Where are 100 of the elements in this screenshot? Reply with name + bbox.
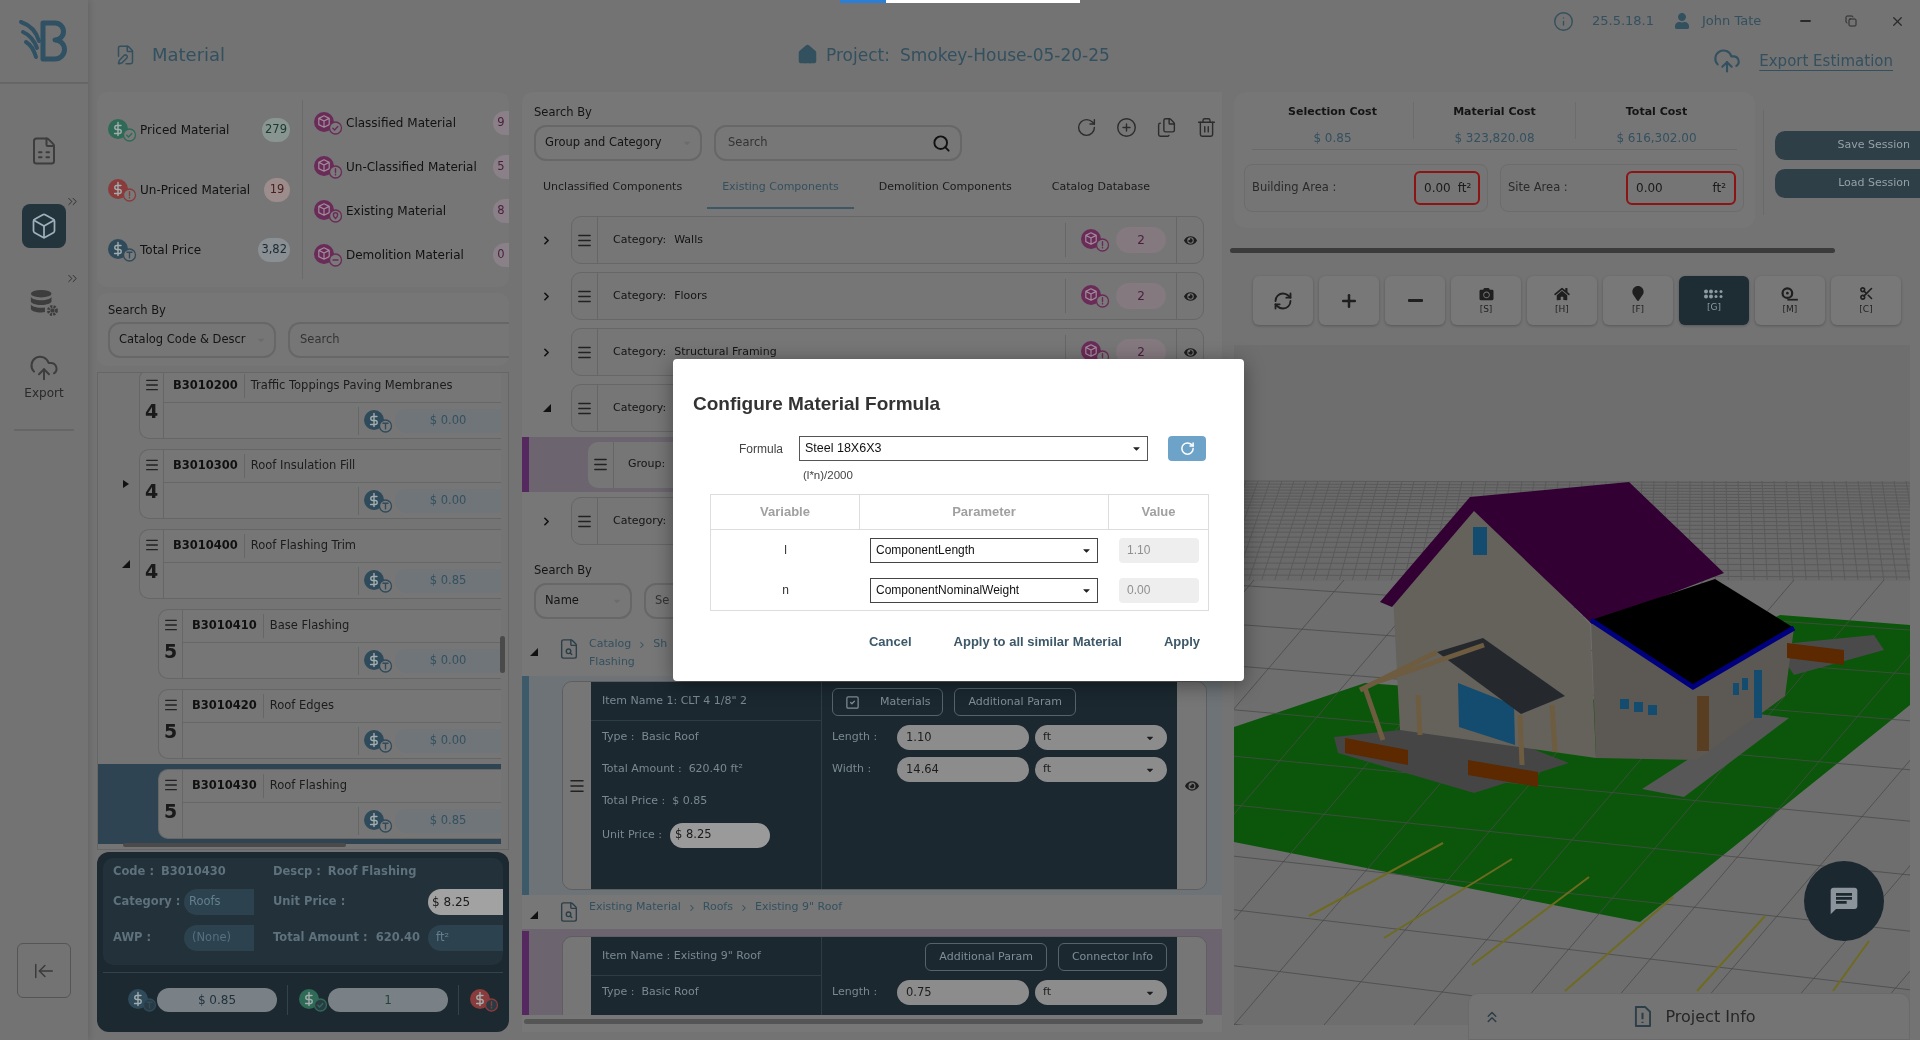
tab[interactable]: Demolition Components bbox=[863, 167, 1027, 209]
price-field: $ 0.00 bbox=[395, 648, 501, 673]
viewer-tool-button[interactable]: [S] bbox=[1451, 276, 1521, 325]
scrollbar-thumb[interactable] bbox=[123, 843, 346, 847]
category-label: Category: bbox=[613, 287, 667, 304]
trash-icon[interactable] bbox=[1196, 117, 1217, 138]
user-icon bbox=[1674, 13, 1691, 29]
item-description: Roof Flashing bbox=[268, 777, 347, 795]
cube-icon bbox=[30, 212, 58, 240]
unit-field[interactable]: ft² bbox=[428, 925, 504, 951]
viewer-tool-button[interactable]: [H] bbox=[1527, 276, 1597, 325]
dialog-button[interactable]: Apply bbox=[1153, 626, 1210, 658]
variable-cell-text: n bbox=[781, 582, 790, 599]
eye-icon[interactable] bbox=[1183, 289, 1197, 303]
scrollbar-thumb[interactable] bbox=[500, 636, 505, 673]
expanded-triangle-icon[interactable] bbox=[530, 911, 538, 919]
chevron-right-icon bbox=[739, 902, 749, 913]
unit-price-field[interactable]: $ 8.25 bbox=[669, 822, 770, 848]
eye-icon[interactable] bbox=[1184, 778, 1199, 793]
item-code: B3010420 bbox=[191, 697, 258, 715]
hamburger-icon[interactable] bbox=[162, 697, 179, 713]
copy-document-icon[interactable] bbox=[1156, 117, 1177, 138]
tab[interactable]: Unclassified Components bbox=[528, 167, 698, 209]
code-value: B3010430 bbox=[161, 863, 226, 881]
tab[interactable]: Catalog Database bbox=[1036, 167, 1166, 209]
hamburger-icon[interactable] bbox=[162, 777, 179, 793]
viewer-tool-button[interactable]: [C] bbox=[1831, 276, 1901, 325]
dialog-button[interactable]: Cancel bbox=[858, 626, 922, 658]
item-code: B3010430 bbox=[191, 777, 258, 795]
viewer-tool-button[interactable] bbox=[1253, 276, 1313, 325]
collapsed-triangle-icon[interactable] bbox=[123, 480, 129, 488]
horizontal-scrollbar[interactable] bbox=[524, 1019, 1203, 1024]
checkbox-icon[interactable] bbox=[845, 694, 860, 710]
project-label: Project: bbox=[826, 44, 890, 66]
hamburger-icon[interactable] bbox=[592, 456, 609, 473]
hamburger-icon[interactable] bbox=[143, 377, 160, 393]
refresh-button[interactable] bbox=[1168, 436, 1206, 461]
expanded-triangle-icon[interactable] bbox=[122, 560, 130, 568]
category-row[interactable]: Category: Walls 2 bbox=[571, 216, 1204, 264]
session-button[interactable]: Save Session bbox=[1775, 131, 1920, 160]
descp-value: Roof Flashing bbox=[327, 863, 417, 881]
wing-logo-icon bbox=[18, 17, 70, 65]
dimension-label: Width : bbox=[832, 761, 873, 778]
materials-toggle-button[interactable]: Materials bbox=[832, 688, 944, 716]
refresh-icon[interactable] bbox=[1076, 117, 1097, 138]
search-by-label: Search By bbox=[108, 303, 166, 317]
cost-label: Total Cost bbox=[1625, 104, 1688, 120]
tree-row[interactable]: 5 B3010430 Roof Flashing $ 0.85 bbox=[98, 764, 501, 844]
viewer-tool-button[interactable]: [F] bbox=[1603, 276, 1673, 325]
unit-select[interactable]: ft bbox=[1035, 980, 1167, 1005]
dimension-field[interactable]: 1.10 bbox=[897, 725, 1029, 750]
dimension-field[interactable]: 0.75 bbox=[897, 980, 1029, 1005]
file-search-icon bbox=[558, 899, 580, 925]
eye-icon[interactable] bbox=[1183, 233, 1197, 247]
area-field[interactable]: 0.00 ft² bbox=[1414, 171, 1480, 205]
unit-select[interactable]: ft bbox=[1035, 757, 1167, 782]
add-circle-icon[interactable] bbox=[1116, 117, 1137, 138]
dollar-t-icon bbox=[363, 808, 393, 833]
info-label: Type : bbox=[602, 728, 635, 745]
formula-select[interactable]: Steel 18X6X3 bbox=[799, 436, 1148, 461]
hamburger-icon[interactable] bbox=[143, 537, 160, 553]
dimension-field[interactable]: 14.64 bbox=[897, 757, 1029, 782]
eye-icon[interactable] bbox=[1183, 345, 1197, 359]
session-button[interactable]: Load Session bbox=[1775, 169, 1920, 198]
search-by-select[interactable]: Catalog Code & Descr bbox=[108, 322, 276, 358]
material-count: 0 bbox=[493, 243, 509, 267]
outline-button[interactable]: Additional Param bbox=[925, 943, 1047, 971]
search-by-label: Search By bbox=[534, 105, 592, 119]
cost-label: Material Cost bbox=[1453, 104, 1536, 120]
horizontal-scrollbar[interactable] bbox=[1230, 248, 1835, 253]
expanded-triangle-icon[interactable] bbox=[530, 648, 538, 656]
box-alert-icon bbox=[1080, 228, 1110, 252]
dialog-button[interactable]: Apply to all similar Material bbox=[943, 626, 1132, 658]
search-by-select[interactable]: Name bbox=[534, 583, 632, 619]
category-count: 2 bbox=[1116, 283, 1166, 309]
search-by-label: Search By bbox=[534, 563, 592, 577]
unit-select[interactable]: ft bbox=[1035, 725, 1167, 750]
area-field[interactable]: 0.00 ft² bbox=[1626, 171, 1736, 205]
search-field[interactable]: Search bbox=[714, 125, 962, 161]
hamburger-icon[interactable] bbox=[143, 457, 160, 473]
category-row[interactable]: Category: Floors 2 bbox=[571, 272, 1204, 320]
outline-button[interactable]: Additional Param bbox=[954, 688, 1076, 716]
unit-price-field[interactable]: $ 8.25 bbox=[428, 889, 504, 915]
info-label: Total Amount : bbox=[602, 760, 682, 777]
project-info-button[interactable]: Project Info bbox=[1468, 993, 1910, 1040]
hamburger-icon[interactable] bbox=[162, 617, 179, 633]
total-amount-label: Total Amount : bbox=[273, 929, 368, 947]
material-count: 3,82 bbox=[258, 238, 290, 262]
formula-label: Formula bbox=[739, 441, 783, 458]
summary-label: Total Price bbox=[140, 242, 203, 259]
search-by-select[interactable]: Group and Category bbox=[534, 125, 702, 161]
summary-label: Priced Material bbox=[140, 122, 231, 139]
summary-value-field: $ 0.85 bbox=[157, 987, 277, 1012]
viewer-tool-button[interactable]: [G] bbox=[1679, 276, 1749, 325]
outline-button[interactable]: Connector Info bbox=[1057, 943, 1167, 971]
tier-number: 4 bbox=[144, 561, 159, 581]
search-field[interactable]: Search bbox=[288, 322, 509, 358]
expanded-triangle-icon[interactable] bbox=[542, 404, 551, 412]
summary-label: Existing Material bbox=[346, 203, 448, 220]
viewer-tool-button[interactable]: [M] bbox=[1755, 276, 1825, 325]
